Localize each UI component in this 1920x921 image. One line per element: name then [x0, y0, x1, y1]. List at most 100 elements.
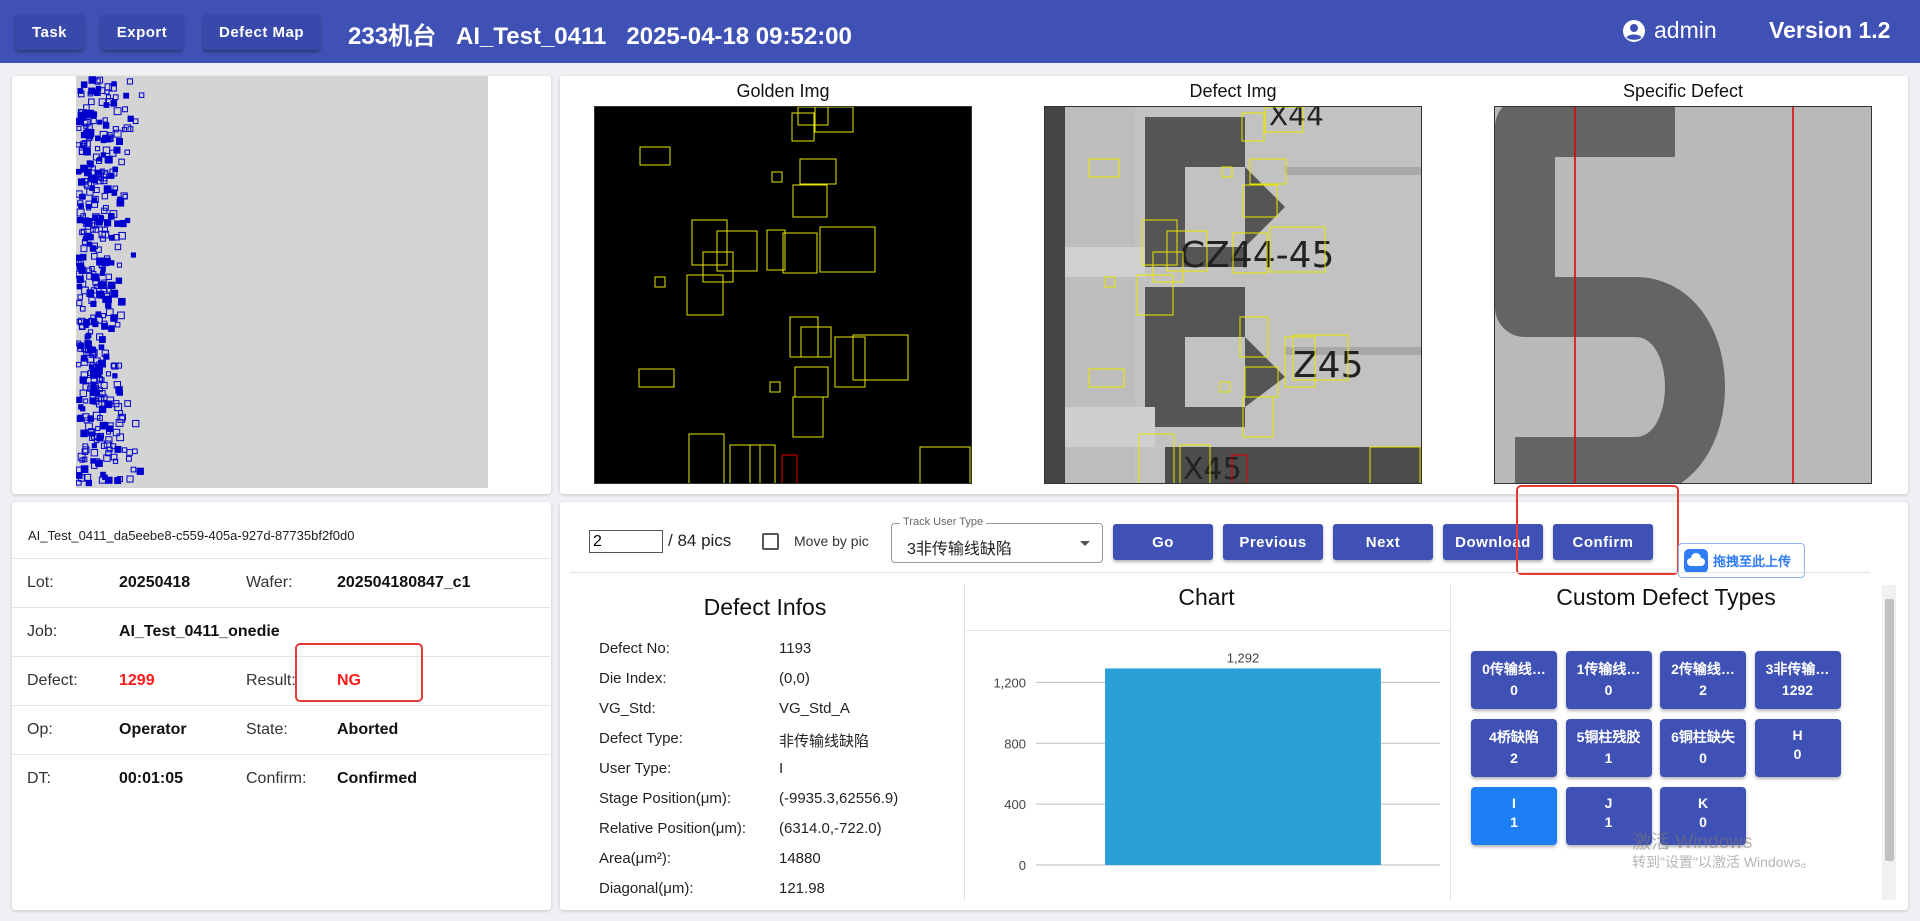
- task-button[interactable]: Task: [15, 14, 84, 50]
- wafer-defect-marker: [86, 241, 92, 247]
- next-button[interactable]: Next: [1333, 524, 1433, 560]
- wafer-defect-marker: [107, 213, 115, 220]
- wafer-defect-marker: [132, 118, 139, 125]
- custom-type-button[interactable]: H0: [1754, 719, 1841, 777]
- chart-ytick-label: 400: [1004, 797, 1026, 812]
- track-user-type-select[interactable]: Track User Type 3非传输线缺陷: [891, 516, 1103, 563]
- result-label: Result:: [246, 672, 296, 689]
- wafer-defect-marker: [89, 266, 95, 272]
- op-label: Op:: [27, 721, 53, 738]
- windows-watermark-title: 激活 Windows: [1632, 832, 1753, 853]
- golden-image[interactable]: [594, 106, 972, 484]
- custom-type-name: 6铜柱缺失: [1671, 729, 1735, 745]
- wafer-defect-marker: [94, 146, 101, 152]
- wafer-defect-marker: [126, 455, 132, 462]
- wafer-defect-marker: [116, 262, 123, 268]
- custom-type-count: 1292: [1781, 682, 1814, 698]
- chip-label-x45: X45: [1183, 452, 1242, 484]
- wafer-defect-marker: [95, 85, 102, 92]
- divider-1: [964, 584, 965, 900]
- track-user-type-label: Track User Type: [900, 516, 987, 528]
- wafer-defect-marker: [79, 193, 86, 200]
- wafer-defect-marker: [91, 443, 97, 449]
- wafer-defect-marker: [95, 426, 101, 432]
- wafer-defect-marker: [111, 81, 117, 87]
- wafer-defect-marker: [132, 419, 140, 428]
- wafer-defect-marker: [95, 246, 102, 253]
- wafer-defect-marker: [86, 267, 92, 274]
- custom-type-count: 1: [1510, 814, 1518, 830]
- wafer-defect-marker: [76, 472, 83, 479]
- go-button[interactable]: Go: [1113, 524, 1213, 560]
- specific-defect-image[interactable]: 5: [1494, 106, 1872, 484]
- wafer-defect-marker: [99, 421, 108, 430]
- wafer-defect-marker: [115, 277, 123, 284]
- custom-type-button[interactable]: 4桥缺陷 2: [1471, 719, 1557, 777]
- chart-bar[interactable]: [1105, 668, 1381, 865]
- wafer-defect-marker: [99, 235, 106, 242]
- wafer-value: 202504180847_c1: [337, 574, 471, 591]
- state-value: Aborted: [337, 721, 399, 738]
- divider: [570, 572, 1870, 573]
- wafer-defect-marker: [101, 192, 109, 200]
- move-by-pic-checkbox[interactable]: [762, 533, 779, 550]
- wafer-defect-marker: [77, 414, 84, 421]
- defect-map-button[interactable]: Defect Map: [203, 14, 320, 50]
- export-button[interactable]: Export: [101, 14, 183, 50]
- wafer-defect-marker: [109, 260, 115, 266]
- scrollbar-thumb[interactable]: [1885, 599, 1894, 861]
- dt-label: DT:: [27, 770, 51, 787]
- wafer-defect-marker: [92, 214, 99, 221]
- custom-type-button[interactable]: 1传输线… 0: [1565, 651, 1652, 709]
- wafer-defect-marker: [138, 92, 145, 98]
- version-label: Version 1.2: [1769, 17, 1891, 43]
- defect-info-value: VG_Std_A: [779, 700, 850, 717]
- wafer-defect-marker: [126, 78, 134, 85]
- wafer-defect-marker: [104, 400, 112, 409]
- wafer-map-defects: [76, 76, 145, 487]
- defect-count: 1299: [119, 672, 155, 689]
- custom-type-button[interactable]: I1: [1471, 787, 1557, 845]
- wafer-defect-marker: [103, 353, 110, 360]
- chip-label-x44: X44: [1269, 107, 1324, 132]
- wafer-defect-marker: [105, 155, 113, 164]
- wafer-defect-marker: [95, 135, 101, 142]
- custom-type-button[interactable]: 3非传输… 1292: [1754, 651, 1841, 709]
- previous-button[interactable]: Previous: [1223, 524, 1323, 560]
- user-menu[interactable]: admin: [1622, 17, 1717, 44]
- username: admin: [1654, 17, 1717, 43]
- wafer-defect-marker: [102, 122, 110, 129]
- defect-img-title: Defect Img: [1189, 81, 1277, 101]
- defect-info-key: Stage Position(μm):: [599, 790, 732, 807]
- wafer-defect-marker: [123, 124, 132, 132]
- wafer-defect-marker: [76, 125, 82, 131]
- chart-divider: [966, 630, 1450, 631]
- wafer-defect-marker: [90, 449, 99, 457]
- defect-label: Defect:: [27, 672, 78, 689]
- page-input[interactable]: [589, 530, 663, 553]
- app-header: Task Export Defect Map 233机台 AI_Test_041…: [0, 0, 1920, 63]
- custom-type-name: 0传输线…: [1482, 661, 1546, 677]
- wafer-defect-marker: [130, 466, 137, 473]
- defect-image[interactable]: X44 CZ44-45 Z45 X45: [1044, 106, 1422, 484]
- defect-info-value: 121.98: [779, 880, 825, 897]
- custom-type-count: 2: [1699, 682, 1707, 698]
- custom-type-button[interactable]: 2传输线… 2: [1660, 651, 1746, 709]
- wafer-defect-marker: [126, 475, 134, 483]
- wafer-defect-marker: [78, 266, 86, 274]
- wafer-defect-marker: [88, 98, 95, 106]
- custom-type-button[interactable]: 6铜柱缺失 0: [1660, 719, 1746, 777]
- page-title: 233机台 AI_Test_0411 2025-04-18 09:52:00: [348, 23, 852, 50]
- confirm-value: Confirmed: [337, 770, 417, 787]
- wafer-defect-marker: [79, 389, 88, 397]
- wafer-defect-marker: [78, 404, 84, 410]
- wafer-defect-marker: [102, 117, 108, 123]
- specific-defect-title: Specific Defect: [1622, 81, 1744, 101]
- windows-watermark-text: 转到"设置"以激活 Windows。: [1632, 854, 1815, 870]
- wafer-map[interactable]: [76, 76, 488, 488]
- wafer-defect-marker: [117, 415, 126, 423]
- defect-chart: 0 400 800 1,200 1,292: [993, 650, 1440, 873]
- custom-type-button[interactable]: 0传输线… 0: [1471, 651, 1557, 709]
- custom-type-button[interactable]: 5铜柱残胶 1: [1565, 719, 1652, 777]
- wafer-defect-marker: [80, 81, 88, 88]
